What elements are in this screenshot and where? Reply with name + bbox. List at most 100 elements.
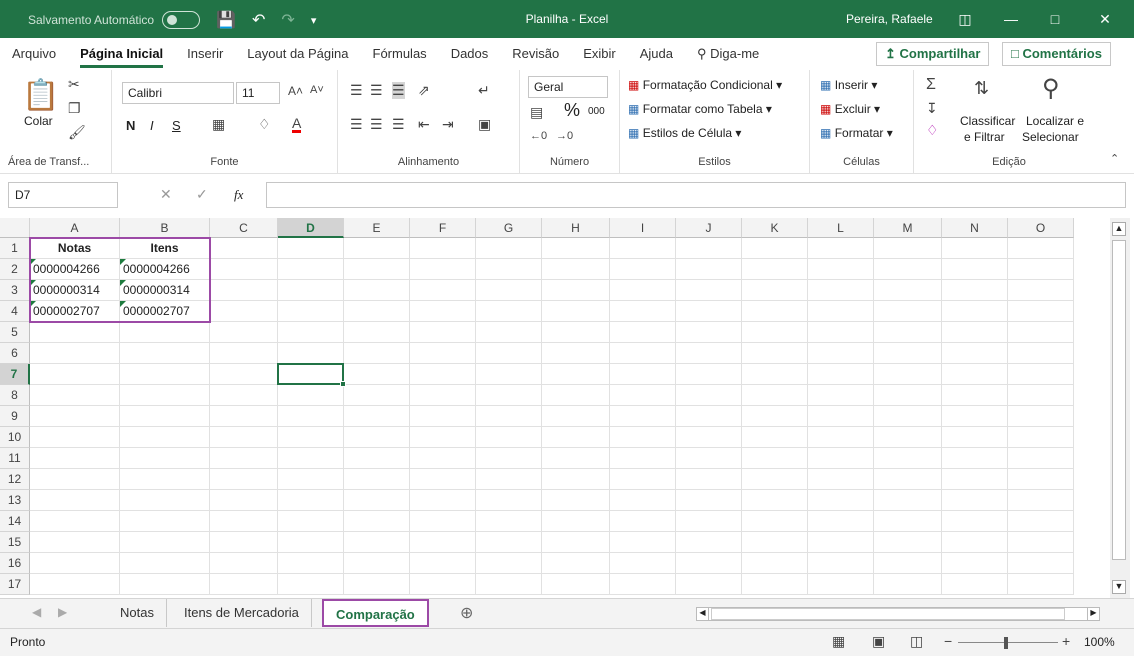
cell-J12[interactable] — [676, 469, 742, 490]
horizontal-scrollbar[interactable]: ◀ ▶ — [696, 607, 1100, 621]
cell-B5[interactable] — [120, 322, 210, 343]
autosum-icon[interactable]: Σ — [926, 76, 936, 94]
cell-I13[interactable] — [610, 490, 676, 511]
cell-C6[interactable] — [210, 343, 278, 364]
cell-H13[interactable] — [542, 490, 610, 511]
cell-I12[interactable] — [610, 469, 676, 490]
cut-icon[interactable]: ✂ — [68, 76, 80, 93]
cell-G10[interactable] — [476, 427, 542, 448]
cell-O13[interactable] — [1008, 490, 1074, 511]
cell-A2[interactable]: 0000004266 — [30, 259, 120, 280]
cell-B12[interactable] — [120, 469, 210, 490]
cell-I4[interactable] — [610, 301, 676, 322]
cell-H15[interactable] — [542, 532, 610, 553]
autosave-toggle[interactable] — [162, 11, 201, 29]
cell-O15[interactable] — [1008, 532, 1074, 553]
cell-K4[interactable] — [742, 301, 808, 322]
row-header-9[interactable]: 9 — [0, 406, 30, 427]
cell-D17[interactable] — [278, 574, 344, 595]
cell-D15[interactable] — [278, 532, 344, 553]
cell-F2[interactable] — [410, 259, 476, 280]
sort-filter-label-1[interactable]: Classificar — [960, 114, 1015, 128]
cell-B10[interactable] — [120, 427, 210, 448]
cell-J3[interactable] — [676, 280, 742, 301]
cell-H6[interactable] — [542, 343, 610, 364]
cell-L12[interactable] — [808, 469, 874, 490]
cell-J16[interactable] — [676, 553, 742, 574]
decrease-decimal-icon[interactable]: →0 — [556, 130, 573, 142]
cell-C12[interactable] — [210, 469, 278, 490]
cell-E15[interactable] — [344, 532, 410, 553]
cell-L1[interactable] — [808, 238, 874, 259]
cell-N12[interactable] — [942, 469, 1008, 490]
cell-M12[interactable] — [874, 469, 942, 490]
cell-K11[interactable] — [742, 448, 808, 469]
cell-B6[interactable] — [120, 343, 210, 364]
share-button[interactable]: ↥ Compartilhar — [876, 42, 990, 66]
cell-B2[interactable]: 0000004266 — [120, 259, 210, 280]
cell-J1[interactable] — [676, 238, 742, 259]
zoom-slider[interactable] — [958, 642, 1058, 643]
row-header-17[interactable]: 17 — [0, 574, 30, 595]
cell-E17[interactable] — [344, 574, 410, 595]
cell-E10[interactable] — [344, 427, 410, 448]
cell-I10[interactable] — [610, 427, 676, 448]
cell-A3[interactable]: 0000000314 — [30, 280, 120, 301]
close-button[interactable]: ✕ — [1090, 6, 1120, 32]
cell-G8[interactable] — [476, 385, 542, 406]
cell-J13[interactable] — [676, 490, 742, 511]
cell-D10[interactable] — [278, 427, 344, 448]
cell-H8[interactable] — [542, 385, 610, 406]
cell-D1[interactable] — [278, 238, 344, 259]
row-header-10[interactable]: 10 — [0, 427, 30, 448]
ribbon-tab-0[interactable]: Arquivo — [0, 38, 68, 70]
cell-O11[interactable] — [1008, 448, 1074, 469]
cell-A1[interactable]: Notas — [30, 238, 120, 259]
cell-C9[interactable] — [210, 406, 278, 427]
cell-N1[interactable] — [942, 238, 1008, 259]
ribbon-tab-5[interactable]: Dados — [439, 38, 501, 70]
accounting-icon[interactable]: ▤ — [530, 104, 543, 121]
cell-C3[interactable] — [210, 280, 278, 301]
cell-J2[interactable] — [676, 259, 742, 280]
cell-F8[interactable] — [410, 385, 476, 406]
cell-H16[interactable] — [542, 553, 610, 574]
cell-M13[interactable] — [874, 490, 942, 511]
cell-J17[interactable] — [676, 574, 742, 595]
percent-button[interactable]: % — [564, 100, 580, 121]
cell-C15[interactable] — [210, 532, 278, 553]
next-sheet-icon[interactable]: ▶ — [58, 605, 67, 619]
ribbon-tab-4[interactable]: Fórmulas — [361, 38, 439, 70]
customize-qat-icon[interactable]: ▾ — [311, 14, 317, 27]
cell-J14[interactable] — [676, 511, 742, 532]
page-break-view-icon[interactable]: ◫ — [910, 633, 923, 650]
column-header-J[interactable]: J — [676, 218, 742, 238]
zoom-slider-thumb[interactable] — [1004, 637, 1008, 649]
cell-H2[interactable] — [542, 259, 610, 280]
cell-J7[interactable] — [676, 364, 742, 385]
cell-G5[interactable] — [476, 322, 542, 343]
cell-G13[interactable] — [476, 490, 542, 511]
ribbon-tab-8[interactable]: Ajuda — [628, 38, 685, 70]
cell-C13[interactable] — [210, 490, 278, 511]
save-icon[interactable]: 💾 — [216, 10, 236, 30]
cell-B15[interactable] — [120, 532, 210, 553]
cell-K6[interactable] — [742, 343, 808, 364]
cell-L3[interactable] — [808, 280, 874, 301]
cell-N2[interactable] — [942, 259, 1008, 280]
cell-G4[interactable] — [476, 301, 542, 322]
cell-K1[interactable] — [742, 238, 808, 259]
cell-E12[interactable] — [344, 469, 410, 490]
sort-filter-label-2[interactable]: e Filtrar — [964, 130, 1005, 144]
align-right-icon[interactable]: ☰ — [392, 116, 405, 133]
cell-D3[interactable] — [278, 280, 344, 301]
merge-center-icon[interactable]: ▣ — [478, 116, 491, 133]
scroll-right-icon[interactable]: ▶ — [1087, 608, 1099, 620]
cell-E13[interactable] — [344, 490, 410, 511]
fill-icon[interactable]: ↧ — [926, 100, 938, 117]
cell-I14[interactable] — [610, 511, 676, 532]
cell-J9[interactable] — [676, 406, 742, 427]
cell-B1[interactable]: Itens — [120, 238, 210, 259]
cell-I17[interactable] — [610, 574, 676, 595]
cell-J5[interactable] — [676, 322, 742, 343]
